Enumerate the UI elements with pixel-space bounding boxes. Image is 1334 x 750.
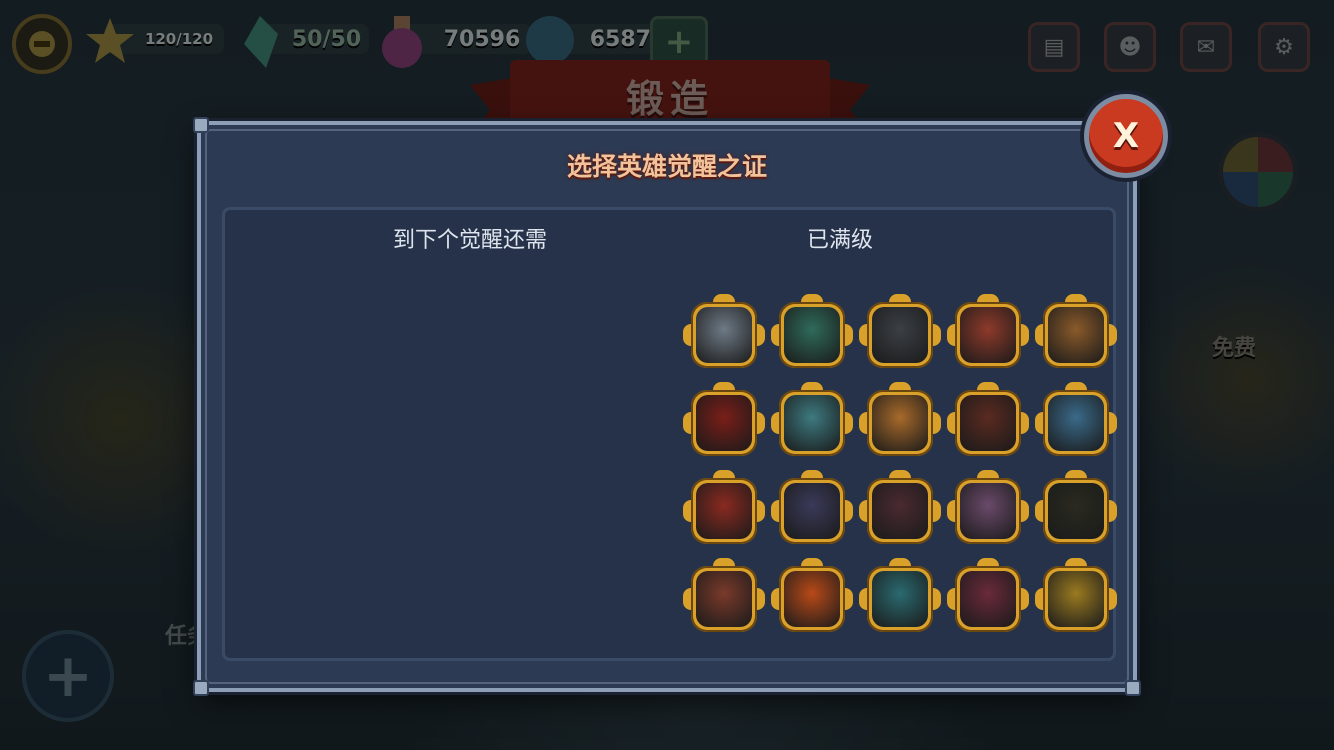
knight-hero-icon bbox=[696, 307, 752, 363]
hero-badge[interactable] bbox=[683, 382, 765, 456]
fire-mage-hero-icon bbox=[696, 395, 752, 451]
hero-badge[interactable] bbox=[683, 558, 765, 632]
dialog-title: 选择英雄觉醒之证 bbox=[566, 152, 767, 181]
golden-spirit-hero-icon bbox=[1048, 571, 1104, 627]
red-beard-hero-icon bbox=[696, 483, 752, 539]
pale-witch-hero-icon bbox=[960, 483, 1016, 539]
hero-badge[interactable] bbox=[859, 558, 941, 632]
dwarf-hero-icon bbox=[1048, 307, 1104, 363]
witch-hat-hero-icon bbox=[960, 395, 1016, 451]
close-button[interactable]: X bbox=[1084, 94, 1168, 178]
hero-badge[interactable] bbox=[859, 382, 941, 456]
fox-hero-icon bbox=[872, 395, 928, 451]
hero-badge[interactable] bbox=[947, 470, 1029, 544]
corner-rivet bbox=[1125, 680, 1141, 696]
dark-lady-hero-icon bbox=[872, 483, 928, 539]
hero-badge[interactable] bbox=[771, 382, 853, 456]
goblin-hero-icon bbox=[784, 307, 840, 363]
dark-beast-hero-icon bbox=[872, 307, 928, 363]
hero-badge[interactable] bbox=[683, 294, 765, 368]
hero-badge[interactable] bbox=[771, 294, 853, 368]
hero-badge[interactable] bbox=[947, 294, 1029, 368]
red-hood-hero-icon bbox=[960, 307, 1016, 363]
shadow-dragon-hero-icon bbox=[784, 483, 840, 539]
corner-rivet bbox=[193, 680, 209, 696]
hero-badge[interactable] bbox=[947, 558, 1029, 632]
hero-badge[interactable] bbox=[1035, 470, 1117, 544]
hero-badge[interactable] bbox=[771, 558, 853, 632]
awakening-proof-dialog: 选择英雄觉醒之证 到下个觉醒还需 已满级 bbox=[193, 117, 1141, 696]
corner-rivet bbox=[193, 117, 209, 133]
hero-badge[interactable] bbox=[947, 382, 1029, 456]
skull-king-hero-icon bbox=[696, 571, 752, 627]
ice-maiden-hero-icon bbox=[784, 395, 840, 451]
hero-badge[interactable] bbox=[1035, 558, 1117, 632]
vampire-lady-hero-icon bbox=[960, 571, 1016, 627]
hooded-reaper-hero-icon bbox=[1048, 483, 1104, 539]
hero-badge[interactable] bbox=[859, 294, 941, 368]
hero-badge[interactable] bbox=[683, 470, 765, 544]
hero-badge[interactable] bbox=[859, 470, 941, 544]
hero-list-panel: 到下个觉醒还需 已满级 bbox=[222, 207, 1117, 661]
hero-badge[interactable] bbox=[1035, 294, 1117, 368]
column-label-remaining: 到下个觉醒还需 bbox=[392, 228, 547, 253]
fire-elemental-hero-icon bbox=[784, 571, 840, 627]
blue-warrior-hero-icon bbox=[1048, 395, 1104, 451]
hero-badge[interactable] bbox=[1035, 382, 1117, 456]
tribal-mask-hero-icon bbox=[872, 571, 928, 627]
column-label-max-level: 已满级 bbox=[806, 228, 873, 253]
hero-badge[interactable] bbox=[771, 470, 853, 544]
